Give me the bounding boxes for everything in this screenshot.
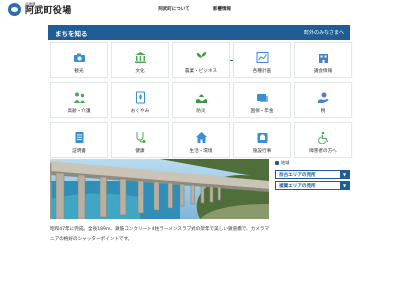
category-tile-label: 観光 (74, 69, 84, 74)
railway-bridge-photo (50, 159, 269, 219)
category-tile[interactable]: 施設行事 (233, 122, 291, 158)
category-tile[interactable]: 健康 (111, 122, 169, 158)
category-tile-label: 施設行事 (252, 149, 272, 154)
category-tile[interactable]: おくやみ (111, 82, 169, 118)
category-tile[interactable]: 観光 (50, 42, 108, 78)
site-logo[interactable]: 北海道 阿武町役場 (8, 3, 72, 16)
nav-impact-info[interactable]: 影響情報 (198, 6, 246, 12)
card-icon (256, 89, 269, 102)
category-tile[interactable]: 障害者の方へ (294, 122, 352, 158)
category-tile-label: 防災 (196, 109, 206, 114)
museum-icon (134, 49, 147, 63)
category-tile-label: 税 (320, 109, 326, 114)
photo-caption: 昭和47年に完成。全長189m、鉄筋コンクリート4柱ラーメンスラブ式の架年で美し… (50, 227, 270, 242)
memorial-icon (134, 89, 147, 104)
accessibility-icon (317, 129, 330, 145)
category-tile-label: おくやみ (130, 109, 150, 114)
plant-icon (195, 49, 208, 62)
bullet-icon (275, 161, 279, 165)
category-tile[interactable]: 各種計画 (233, 42, 291, 78)
category-tile-label: 健康 (135, 149, 145, 154)
nago-area-button[interactable]: 奈古エリアの見所 ▼ (275, 170, 350, 179)
fukuga-area-button[interactable]: 福賀エリアの見所 ▼ (275, 181, 350, 190)
nav-about-town[interactable]: 阿武町について (150, 6, 198, 12)
sidebar-heading-label: 地域 (281, 160, 290, 165)
category-tile[interactable]: 生活・環境 (172, 122, 230, 158)
facility-icon (256, 129, 269, 143)
category-bar: まちを知る 町外のみなさまへ (48, 25, 350, 40)
category-tile-label: 議会情報 (313, 69, 333, 74)
care-icon (73, 89, 86, 103)
chart-icon (256, 49, 269, 63)
home-icon (195, 129, 208, 143)
tax-icon (317, 89, 330, 103)
certificate-icon (73, 129, 86, 143)
nago-area-label: 奈古エリアの見所 (279, 173, 316, 178)
visitors-link[interactable]: 町外のみなさまへ (304, 29, 344, 36)
category-tile[interactable]: 税 (294, 82, 352, 118)
category-tile[interactable]: 防災 (172, 82, 230, 118)
chevron-down-icon: ▼ (340, 171, 349, 178)
fukuga-area-label: 福賀エリアの見所 (279, 184, 316, 189)
category-tile[interactable]: 農業・ビジネス (172, 42, 230, 78)
category-tile-label: 国保・年金 (250, 109, 274, 114)
category-tile-label: 生活・環境 (189, 149, 213, 154)
camera-icon (73, 49, 86, 62)
disaster-icon (195, 89, 208, 103)
category-tile-label: 障害者の方へ (309, 149, 337, 154)
category-tile-label: 農業・ビジネス (184, 69, 218, 74)
building-icon (317, 49, 330, 63)
category-tile-label: 高齢・介護 (67, 109, 91, 114)
category-tile-label: 文化 (135, 69, 145, 74)
sidebar-heading: 地域 (275, 160, 350, 166)
global-nav: 阿武町について 影響情報 (150, 6, 246, 12)
category-tile[interactable]: 国保・年金 (233, 82, 291, 118)
category-tile[interactable]: 文化 (111, 42, 169, 78)
area-sidebar: 地域 奈古エリアの見所 ▼ 福賀エリアの見所 ▼ (275, 160, 350, 192)
town-emblem-icon (8, 3, 21, 16)
logo-title: 阿武町役場 (25, 5, 72, 16)
chevron-down-icon: ▼ (340, 182, 349, 189)
category-tile[interactable]: 高齢・介護 (50, 82, 108, 118)
category-tile-label: 各種計画 (252, 69, 272, 74)
site-header: 北海道 阿武町役場 阿武町について 影響情報 (0, 0, 400, 22)
category-title: まちを知る (55, 30, 88, 38)
category-tile[interactable]: 証明書 (50, 122, 108, 158)
stethoscope-icon (134, 129, 147, 143)
category-tile[interactable]: 議会情報 (294, 42, 352, 78)
category-tile-label: 証明書 (72, 149, 86, 154)
